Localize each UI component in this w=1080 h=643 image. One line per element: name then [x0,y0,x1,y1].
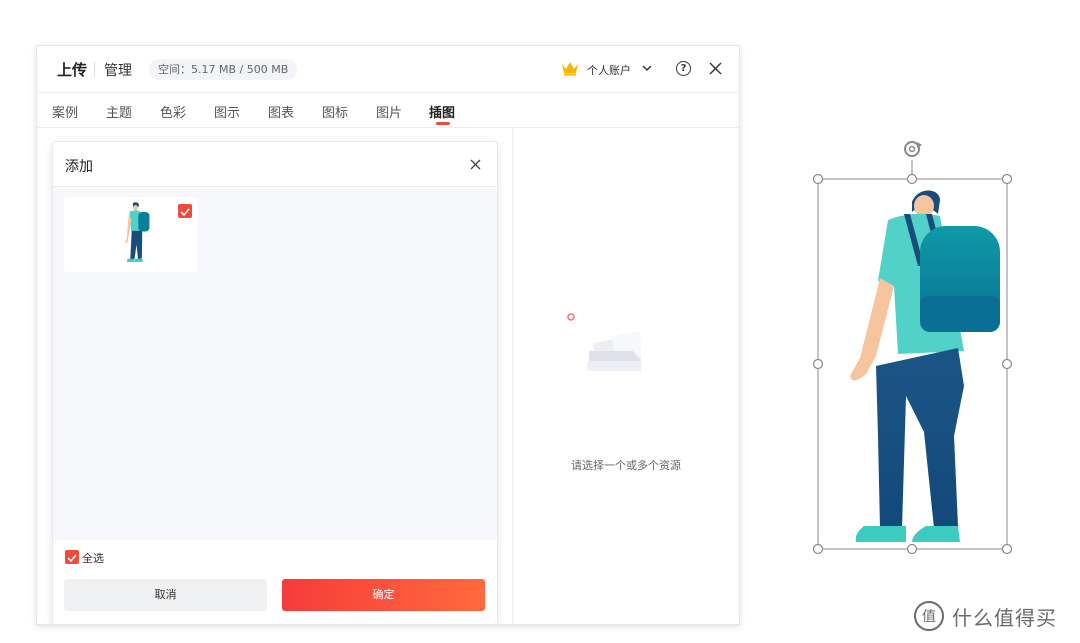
empty-state-text: 请选择一个或多个资源 [571,459,681,472]
select-all-label[interactable]: 全选 [82,550,104,566]
empty-folder-icon [567,313,641,371]
rotate-handle-icon [904,141,922,157]
select-all-checkbox[interactable] [65,550,79,564]
tab-colors[interactable]: 色彩 [160,102,186,121]
dialog-title: 添加 [65,159,93,175]
dialog-item-grid [53,187,497,540]
close-icon[interactable] [709,62,722,75]
tab-illustrations[interactable]: 插图 [429,102,455,121]
selected-illustration[interactable] [808,136,1023,556]
help-icon[interactable]: ? [676,61,691,76]
header-divider [94,62,95,77]
account-label[interactable]: 个人账户 [587,62,631,78]
tab-images[interactable]: 图片 [376,102,402,121]
tab-icons[interactable]: 图标 [322,102,348,121]
tab-charts[interactable]: 图表 [268,102,294,121]
tab-diagrams[interactable]: 图示 [214,102,240,121]
watermark-text: 什么值得买 [952,606,1057,630]
panel-header: 上传 管理 空间：5.17 MB / 500 MB 个人账户 ? [37,46,739,93]
upload-tab[interactable]: 上传 [57,59,87,80]
close-icon[interactable] [470,159,481,170]
illustration-thumbnail[interactable] [64,197,197,272]
storage-quota: 空间：5.17 MB / 500 MB [149,59,298,80]
cancel-button[interactable]: 取消 [64,579,267,611]
tab-cases[interactable]: 案例 [52,102,78,121]
tab-themes[interactable]: 主题 [106,102,132,121]
checkbox-checked-icon[interactable] [178,204,192,218]
manage-tab[interactable]: 管理 [104,60,132,80]
confirm-button[interactable]: 确定 [282,579,485,611]
resource-panel: 上传 管理 空间：5.17 MB / 500 MB 个人账户 ? 案例 主题 色… [36,45,740,625]
backpacker-illustration-thumb [125,202,150,262]
watermark-logo: 值 [914,601,944,631]
chevron-down-icon[interactable] [641,62,653,74]
svg-text:值: 值 [922,609,936,625]
panel-divider [512,127,513,624]
crown-icon [562,62,578,76]
active-tab-indicator [436,122,450,125]
add-dialog: 添加 全选 取消 确定 [52,141,498,624]
category-tabs: 案例 主题 色彩 图示 图表 图标 图片 插图 [37,92,739,128]
